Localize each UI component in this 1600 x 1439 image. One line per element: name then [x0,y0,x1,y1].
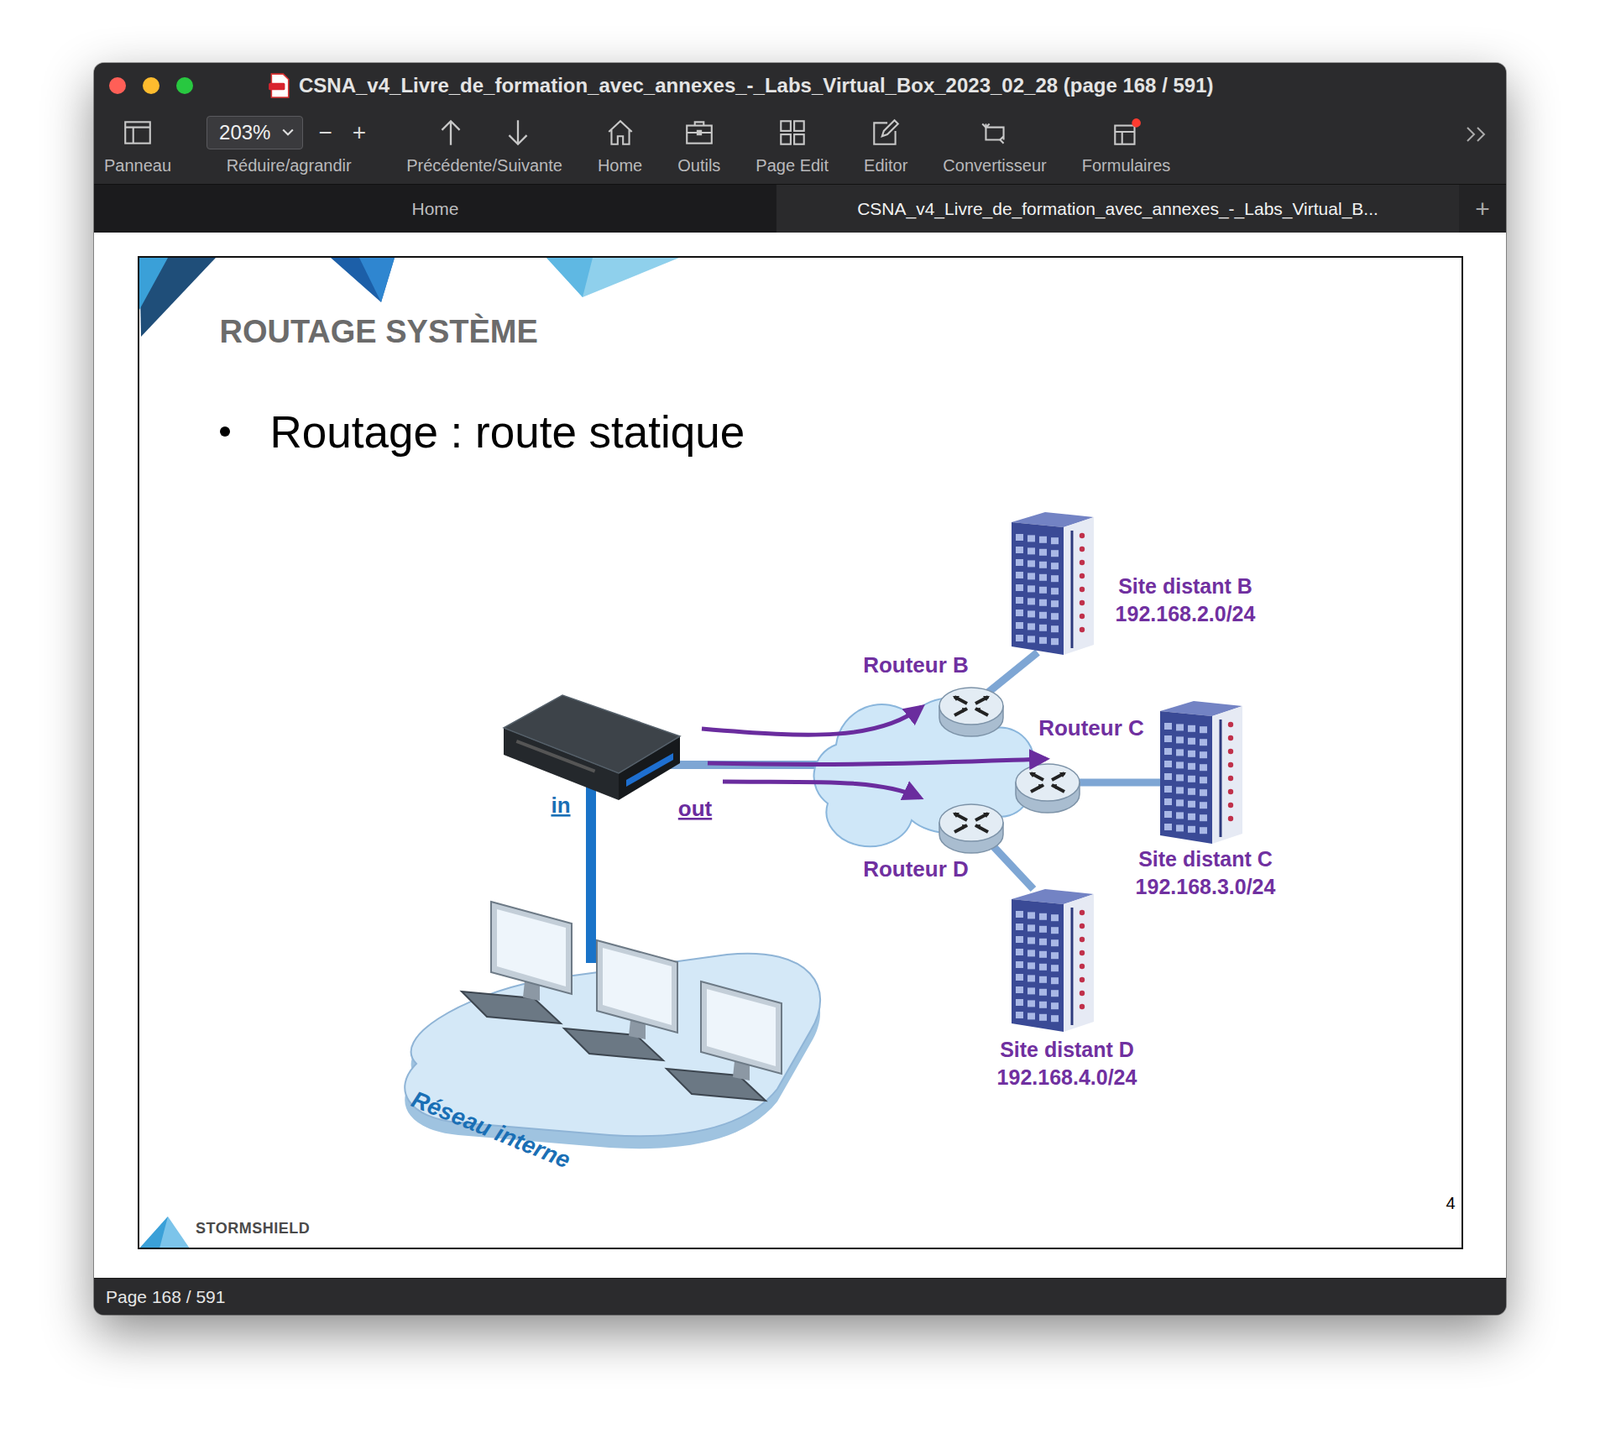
route-arrow [722,781,921,798]
convert-icon [978,116,1011,149]
title-bar: CSNA_v4_Livre_de_formation_avec_annexes_… [94,62,1506,108]
router [939,687,1004,737]
pdf-viewer-window: CSNA_v4_Livre_de_formation_avec_annexes_… [94,62,1506,1315]
toolbar-item[interactable]: Outils [677,112,721,176]
remote-site-building [1011,512,1094,655]
remote-site-building [1160,700,1243,844]
slide-title: ROUTAGE SYSTÈME [219,313,1462,352]
firewall-appliance[interactable] [503,695,680,800]
notification-dot [1131,118,1141,128]
router [1015,763,1080,813]
more-chevrons-icon[interactable] [1464,124,1490,145]
toolbar-label: Panneau [104,156,172,176]
document-view: in out Site distant B 192.168.2.0/24 Site di… [94,232,1506,1278]
zoom-out-button[interactable]: − [313,119,337,147]
slide-number: 4 [1445,1193,1455,1213]
computer [596,940,678,1040]
inside-link-front [585,895,597,962]
inside-link [585,782,597,963]
tab-bar: HomeCSNA_v4_Livre_de_formation_avec_anne… [94,183,1506,233]
pdf-file-icon [268,73,291,99]
toolbar-label: Précédente/Suivante [406,156,563,176]
site-name: Site distant B [1118,574,1253,598]
site-network: 192.168.3.0/24 [1134,874,1276,899]
toolbar-item[interactable]: Panneau [104,112,172,176]
router-label: Routeur C [1038,715,1145,741]
toolbar-label: Réduire/agrandir [226,156,352,176]
remote-site-building [1011,888,1094,1032]
form-icon [1110,116,1143,149]
toolbar-item[interactable]: Convertisseur [942,112,1046,176]
keyboard [564,1028,664,1061]
site-name: Site distant C [1138,847,1273,871]
wan-cloud [813,697,1034,847]
zoom-button[interactable] [176,77,194,95]
keyboard [666,1068,766,1101]
route-arrow [707,758,1046,764]
toolbar-item[interactable]: Page Edit [755,112,829,176]
slide-page: in out Site distant B 192.168.2.0/24 Site di… [137,256,1464,1250]
site-name: Site distant D [999,1037,1135,1062]
page-indicator: Page 168 / 591 [105,1286,225,1308]
close-button[interactable] [109,77,126,95]
zoom-value: 203% [219,120,271,145]
router [939,804,1004,853]
bullet-item: Routage : route statique [219,405,1462,460]
new-tab-button[interactable]: + [1458,184,1506,233]
toolbar-label: Formulaires [1082,156,1172,176]
window-controls [94,77,261,95]
title: CSNA_v4_Livre_de_formation_avec_annexes_… [260,73,1214,99]
in-interface-label: in [550,792,570,818]
toolbar-label: Editor [863,156,908,176]
computer [700,981,782,1081]
briefcase-icon [683,116,716,149]
logo-text: STORMSHIELD [195,1219,310,1237]
chevron-down-icon [282,128,294,137]
network-diagram: in out Site distant B 192.168.2.0/24 Site di… [139,257,1462,1248]
toolbar-label: Outils [677,156,721,176]
tab[interactable]: CSNA_v4_Livre_de_formation_avec_annexes_… [776,184,1459,233]
status-bar: Page 168 / 591 [94,1277,1506,1315]
toolbar-item[interactable]: Précédente/Suivante [406,112,563,176]
out-interface-label: out [677,795,712,821]
toolbar: Panneau 203% − + Réduire/agrandir Précéde… [94,107,1506,184]
minimize-button[interactable] [142,77,160,95]
zoom-field[interactable]: 203% [206,115,304,150]
router-label: Routeur B [862,652,969,678]
grid-icon [776,116,809,149]
computer [491,901,572,1001]
edit-icon [869,116,902,149]
toolbar-label: Convertisseur [942,156,1046,176]
toolbar-item[interactable]: 203% − + Réduire/agrandir [206,112,372,176]
internal-network-label: Réseau interne [407,1085,574,1173]
stormshield-logo: STORMSHIELD [139,1216,310,1248]
zoom-in-button[interactable]: + [347,119,372,147]
router-label: Routeur D [862,856,969,882]
window-title: CSNA_v4_Livre_de_formation_avec_annexes_… [298,73,1214,98]
toolbar-item[interactable]: Formulaires [1082,112,1172,176]
arrow-down-icon[interactable] [501,116,534,149]
home-icon [604,116,637,149]
bullet-dot [219,426,231,437]
toolbar-item[interactable]: Home [597,112,643,176]
keyboard [461,991,561,1024]
toolbar-item[interactable]: Editor [863,112,908,176]
panel-icon [121,116,154,149]
site-network: 192.168.2.0/24 [1114,601,1255,626]
desktop: CSNA_v4_Livre_de_formation_avec_annexes_… [0,0,1600,1439]
site-network: 192.168.4.0/24 [996,1065,1137,1089]
route-arrow [701,706,922,735]
toolbar-label: Page Edit [755,156,829,176]
toolbar-label: Home [597,156,643,176]
arrow-up-icon[interactable] [434,116,467,149]
tab[interactable]: Home [94,184,777,233]
